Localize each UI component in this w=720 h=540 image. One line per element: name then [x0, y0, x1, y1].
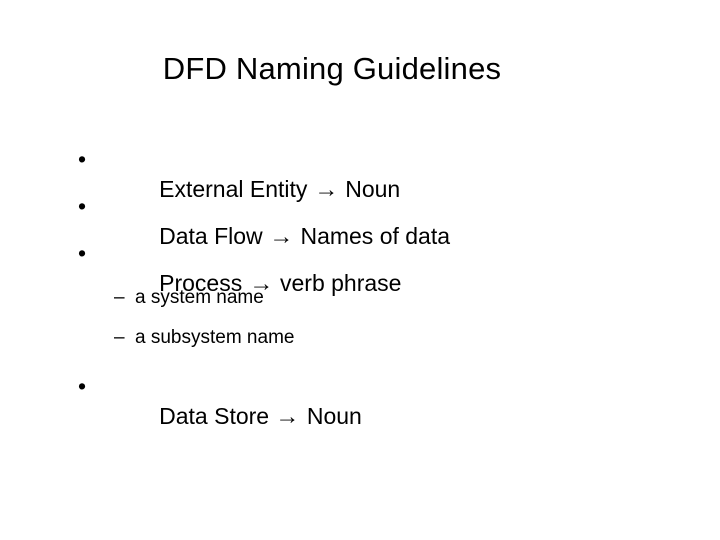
list-item: • Process → verb phrase: [0, 238, 720, 296]
list-item-term: Data Store: [159, 403, 276, 429]
list-item: • Data Flow → Names of data: [0, 191, 720, 249]
list-item: • External Entity → Noun: [0, 144, 720, 202]
naming-guidelines-list: • External Entity → Noun • Data Flow → N…: [0, 144, 720, 429]
page-title: DFD Naming Guidelines: [162, 51, 502, 86]
bullet-icon: •: [78, 373, 87, 399]
sub-list-item-label: a subsystem name: [135, 327, 295, 348]
sub-list-item: – a system name: [0, 285, 720, 325]
bullet-icon: •: [78, 193, 87, 219]
sub-list-item: – a subsystem name: [0, 325, 720, 365]
presentation-slide: DFD Naming Guidelines • External Entity …: [0, 0, 720, 540]
bullet-icon: •: [78, 240, 87, 266]
dash-bullet-icon: –: [114, 287, 125, 308]
bullet-icon: •: [78, 146, 87, 172]
right-arrow-icon: →: [275, 403, 301, 429]
list-item: • Data Store → Noun: [0, 371, 720, 429]
sub-list-item-label: a system name: [135, 287, 264, 308]
dash-bullet-icon: –: [114, 327, 125, 348]
list-item-definition: Noun: [300, 403, 362, 429]
list-item-content: Data Store → Noun: [108, 371, 362, 461]
